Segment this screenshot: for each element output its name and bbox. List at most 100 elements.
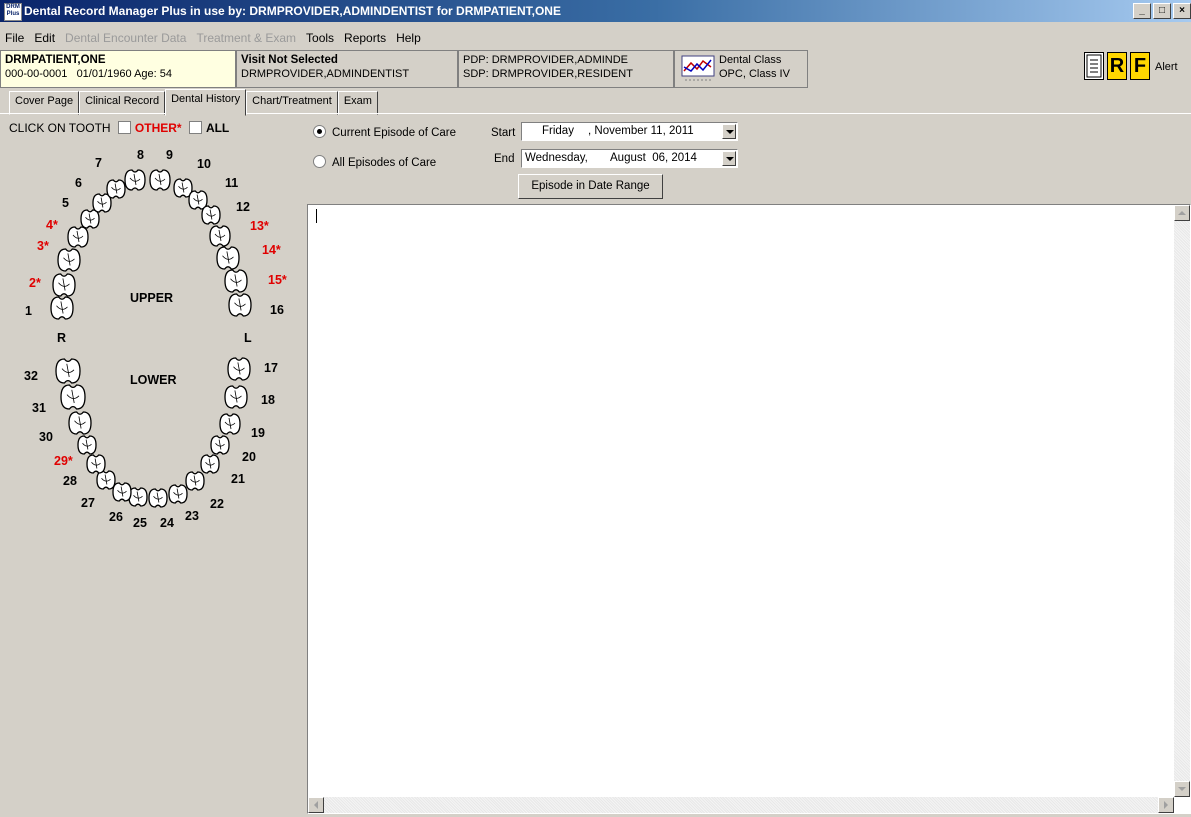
tooth-number-13[interactable]: 13* (250, 219, 269, 233)
vertical-scrollbar[interactable] (1174, 205, 1190, 797)
tooth-number-15[interactable]: 15* (268, 273, 287, 287)
close-button[interactable]: × (1173, 3, 1191, 19)
tooth-number-18[interactable]: 18 (261, 393, 275, 407)
episode-in-date-range-button[interactable]: Episode in Date Range (518, 174, 663, 199)
horizontal-scrollbar[interactable] (308, 797, 1174, 813)
right-side-label: R (57, 331, 66, 345)
tooth-number-14[interactable]: 14* (262, 243, 281, 257)
tooth-number-19[interactable]: 19 (251, 426, 265, 440)
all-episodes-label: All Episodes of Care (332, 157, 437, 169)
tooth-number-25[interactable]: 25 (133, 516, 147, 530)
teeth-shapes (50, 169, 252, 508)
tab-cover-page[interactable]: Cover Page (9, 91, 80, 115)
remote-data-button[interactable]: R (1107, 52, 1127, 80)
scroll-up-button[interactable] (1174, 205, 1190, 221)
left-side-label: L (244, 331, 252, 345)
tooth-number-9[interactable]: 9 (166, 148, 173, 162)
dental-history-text-area[interactable] (307, 204, 1191, 814)
current-episode-label: Current Episode of Care (332, 127, 457, 139)
tooth-number-31[interactable]: 31 (32, 401, 46, 415)
tooth-number-11[interactable]: 11 (225, 176, 238, 190)
tab-strip: Cover Page Clinical Record Dental Histor… (9, 89, 378, 116)
visit-panel[interactable]: Visit Not Selected DRMPROVIDER,ADMINDENT… (236, 50, 458, 88)
tooth-number-2[interactable]: 2* (29, 276, 41, 290)
scroll-left-button[interactable] (308, 797, 324, 813)
notes-icon[interactable] (1084, 52, 1104, 80)
tooth-number-5[interactable]: 5 (62, 196, 69, 210)
tab-clinical-record[interactable]: Clinical Record (79, 91, 166, 115)
tooth-number-6[interactable]: 6 (75, 176, 82, 190)
chart-graph-icon (681, 55, 715, 81)
end-label: End (494, 153, 515, 165)
tooth-number-16[interactable]: 16 (270, 303, 284, 317)
end-date-picker[interactable]: Wednesday, August 06, 2014 (521, 149, 738, 168)
tooth-number-10[interactable]: 10 (197, 157, 211, 171)
patient-info-panel[interactable]: DRMPATIENT,ONE 000-00-0001 01/01/1960 Ag… (0, 50, 236, 88)
tooth-number-12[interactable]: 12 (236, 200, 250, 214)
tab-exam[interactable]: Exam (337, 91, 378, 115)
tab-chart-treatment[interactable]: Chart/Treatment (246, 91, 338, 115)
all-episodes-radio[interactable] (313, 155, 326, 168)
tooth-number-17[interactable]: 17 (264, 361, 278, 375)
upper-label: UPPER (130, 291, 173, 305)
other-checkbox[interactable] (117, 121, 131, 134)
menu-edit[interactable]: Edit (29, 30, 60, 46)
end-date-dropdown-icon[interactable] (722, 151, 736, 166)
title-bar: DRM Plus Dental Record Manager Plus in us… (0, 0, 1191, 22)
tooth-number-22[interactable]: 22 (210, 497, 224, 511)
tooth-number-30[interactable]: 30 (39, 430, 53, 444)
patient-age: 54 (159, 68, 173, 80)
scroll-right-button[interactable] (1158, 797, 1174, 813)
tooth-number-27[interactable]: 27 (81, 496, 95, 510)
all-checkbox[interactable] (188, 121, 202, 134)
current-episode-option[interactable]: Current Episode of Care (313, 125, 456, 139)
patient-id: 000-00-0001 (5, 68, 68, 80)
menu-reports[interactable]: Reports (339, 30, 391, 46)
menu-bar: File Edit Dental Encounter Data Treatmen… (0, 30, 426, 46)
dental-class-panel[interactable]: Dental Class OPC, Class IV (674, 50, 808, 88)
menu-file[interactable]: File (0, 30, 29, 46)
tooth-number-28[interactable]: 28 (63, 474, 77, 488)
start-date-picker[interactable]: Friday , November 11, 2011 (521, 122, 738, 141)
flag-button[interactable]: F (1130, 52, 1150, 80)
tooth-number-26[interactable]: 26 (109, 510, 123, 524)
patient-bar: DRMPATIENT,ONE 000-00-0001 01/01/1960 Ag… (0, 50, 1191, 90)
patient-age-label: Age: (134, 68, 157, 80)
end-date: August 06, 2014 (610, 152, 697, 164)
all-episodes-option[interactable]: All Episodes of Care (313, 155, 436, 169)
tooth-number-20[interactable]: 20 (242, 450, 256, 464)
providers-panel[interactable]: PDP: DRMPROVIDER,ADMINDE SDP: DRMPROVIDE… (458, 50, 674, 88)
tooth-number-4[interactable]: 4* (46, 218, 58, 232)
tooth-number-21[interactable]: 21 (231, 472, 245, 486)
tooth-number-8[interactable]: 8 (137, 148, 144, 162)
other-label: OTHER* (134, 121, 182, 135)
click-on-tooth-label: CLICK ON TOOTH (9, 121, 111, 135)
app-logo-icon[interactable]: DRM Plus (4, 3, 22, 21)
sdp-provider: SDP: DRMPROVIDER,RESIDENT (463, 68, 633, 80)
menu-help[interactable]: Help (391, 30, 426, 46)
patient-name: DRMPATIENT,ONE (5, 54, 106, 66)
tooth-number-3[interactable]: 3* (37, 239, 49, 253)
end-day: Wednesday, (525, 152, 588, 164)
start-date-dropdown-icon[interactable] (722, 124, 736, 139)
visit-title: Visit Not Selected (241, 54, 338, 66)
scroll-down-button[interactable] (1174, 781, 1190, 797)
tooth-number-24[interactable]: 24 (160, 516, 174, 530)
minimize-button[interactable]: _ (1133, 3, 1151, 19)
tab-dental-history[interactable]: Dental History (165, 89, 247, 116)
tooth-number-1[interactable]: 1 (25, 304, 32, 318)
tooth-number-29[interactable]: 29* (54, 454, 73, 468)
maximize-button[interactable]: □ (1153, 3, 1171, 19)
current-episode-radio[interactable] (313, 125, 326, 138)
tooth-select-row: CLICK ON TOOTH OTHER* ALL (9, 121, 229, 135)
tooth-chart[interactable]: 1 2* 3* 4* 567 8 9 10 11 1213* 14* 15* 16 17 18 19 20 21 2… (0, 140, 300, 540)
menu-dental-encounter-data[interactable]: Dental Encounter Data (60, 30, 191, 46)
menu-tools[interactable]: Tools (301, 30, 339, 46)
tooth-number-7[interactable]: 7 (95, 156, 102, 170)
menu-treatment-exam[interactable]: Treatment & Exam (191, 30, 301, 46)
lower-label: LOWER (130, 373, 177, 387)
tooth-number-32[interactable]: 32 (24, 369, 38, 383)
visit-provider: DRMPROVIDER,ADMINDENTIST (241, 68, 410, 80)
tooth-number-23[interactable]: 23 (185, 509, 199, 523)
alert-button[interactable]: Alert (1155, 61, 1178, 73)
